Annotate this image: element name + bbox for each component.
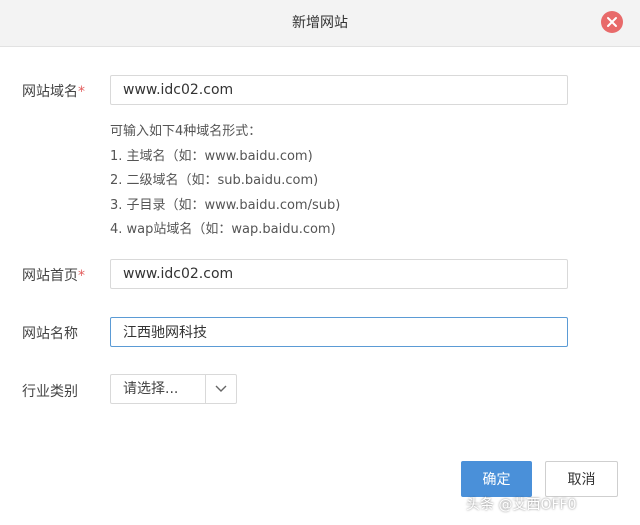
close-button[interactable] — [601, 11, 623, 33]
domain-hint-item: 4. wap站域名（如：wap.baidu.com) — [110, 222, 336, 237]
dialog-title-bar: 新增网站 — [0, 0, 640, 47]
site-name-input[interactable] — [110, 317, 568, 347]
domain-hint-title: 可输入如下4种域名形式： — [110, 124, 262, 139]
cancel-button[interactable]: 取消 — [545, 461, 618, 497]
add-website-dialog: 新增网站 网站域名* 可输入如下4种域名形式： 1. 主域名（如：www.bai… — [0, 0, 640, 525]
watermark: 头条 @艾西OFF0 — [466, 497, 577, 513]
close-icon — [607, 17, 617, 27]
industry-label: 行业类别 — [22, 384, 78, 400]
confirm-button[interactable]: 确定 — [461, 461, 532, 497]
domain-label-text: 网站域名 — [22, 84, 78, 100]
domain-hint-item: 2. 二级域名（如：sub.baidu.com) — [110, 173, 319, 188]
industry-selected-value: 请选择... — [123, 381, 179, 397]
required-mark: * — [78, 268, 85, 284]
homepage-label: 网站首页* — [22, 265, 85, 285]
industry-dropdown-toggle[interactable] — [205, 375, 236, 403]
domain-label: 网站域名* — [22, 81, 85, 101]
dialog-title: 新增网站 — [292, 15, 348, 31]
domain-input[interactable] — [110, 75, 568, 105]
chevron-down-icon — [215, 385, 227, 392]
site-name-label: 网站名称 — [22, 326, 78, 342]
domain-hint-item: 1. 主域名（如：www.baidu.com) — [110, 149, 313, 164]
required-mark: * — [78, 84, 85, 100]
homepage-input[interactable] — [110, 259, 568, 289]
homepage-label-text: 网站首页 — [22, 268, 78, 284]
domain-hint-item: 3. 子目录（如：www.baidu.com/sub) — [110, 198, 341, 213]
industry-select[interactable]: 请选择... — [110, 374, 237, 404]
